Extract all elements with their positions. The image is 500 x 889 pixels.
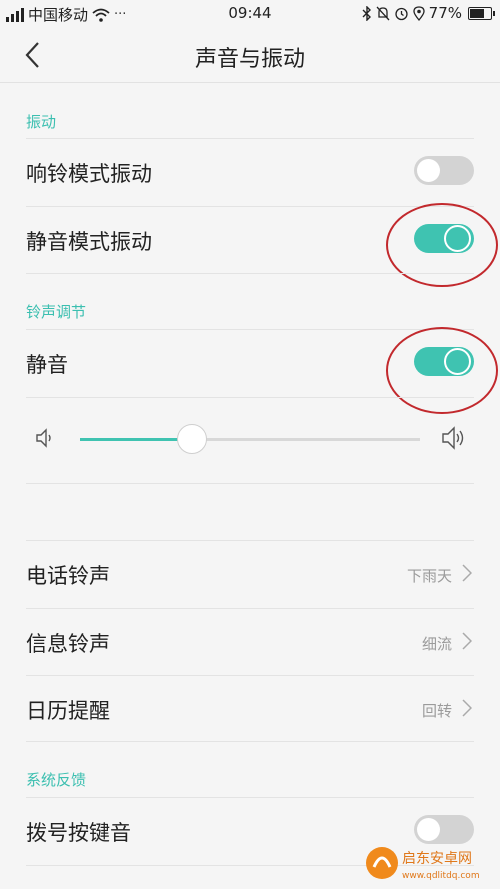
section-header-ringtone-adjust: 铃声调节 xyxy=(26,303,87,321)
volume-low-icon xyxy=(36,428,51,448)
row-label: 响铃模式振动 xyxy=(26,162,152,186)
volume-slider-row xyxy=(0,410,500,470)
row-phone-ringtone[interactable]: 电话铃声 下雨天 xyxy=(0,541,500,608)
row-label: 静音 xyxy=(26,353,68,377)
location-icon xyxy=(413,5,425,21)
volume-slider[interactable] xyxy=(80,424,420,454)
chevron-right-icon xyxy=(462,699,472,717)
annotation-circle xyxy=(386,203,498,287)
divider xyxy=(26,397,474,398)
divider xyxy=(26,273,474,274)
row-label: 电话铃声 xyxy=(26,564,110,588)
row-value: 回转 xyxy=(421,702,452,720)
chevron-right-icon xyxy=(462,632,472,650)
row-label: 拨号按键音 xyxy=(26,821,131,845)
row-label: 静音模式振动 xyxy=(26,230,152,254)
row-label: 信息铃声 xyxy=(26,632,110,656)
mute-bell-icon xyxy=(376,6,390,20)
nav-bar: 声音与振动 xyxy=(0,26,500,83)
volume-high-icon xyxy=(442,426,464,450)
section-header-system-feedback: 系统反馈 xyxy=(26,771,87,789)
alarm-icon xyxy=(395,7,408,20)
status-bar: 中国移动 ··· 09:44 77% xyxy=(0,0,500,26)
divider xyxy=(26,483,474,484)
toggle-knob xyxy=(417,159,440,182)
toggle-knob xyxy=(417,818,440,841)
chevron-right-icon xyxy=(462,564,472,582)
annotation-circle xyxy=(386,327,498,414)
page-title: 声音与振动 xyxy=(194,47,305,72)
watermark-logo: 启东安卓网 www.qdlitdq.com xyxy=(364,843,494,883)
bluetooth-icon xyxy=(362,5,371,21)
battery-percent: 77% xyxy=(428,4,462,22)
watermark-text: 启东安卓网 xyxy=(402,851,472,867)
row-calendar-reminder[interactable]: 日历提醒 回转 xyxy=(0,676,500,743)
ring-vibrate-toggle[interactable] xyxy=(414,156,474,185)
row-value: 下雨天 xyxy=(406,567,452,585)
volume-slider-fill xyxy=(80,438,193,441)
divider xyxy=(26,741,474,742)
battery-icon xyxy=(468,6,495,20)
dial-tone-toggle[interactable] xyxy=(414,815,474,844)
row-message-ringtone[interactable]: 信息铃声 细流 xyxy=(0,609,500,676)
volume-slider-thumb[interactable] xyxy=(177,424,208,454)
row-ring-vibrate[interactable]: 响铃模式振动 xyxy=(0,139,500,206)
status-right: 77% xyxy=(362,4,495,22)
row-value: 细流 xyxy=(421,635,452,653)
row-label: 日历提醒 xyxy=(26,699,110,723)
watermark-url: www.qdlitdq.com xyxy=(402,871,480,881)
section-header-vibration: 振动 xyxy=(26,113,57,131)
